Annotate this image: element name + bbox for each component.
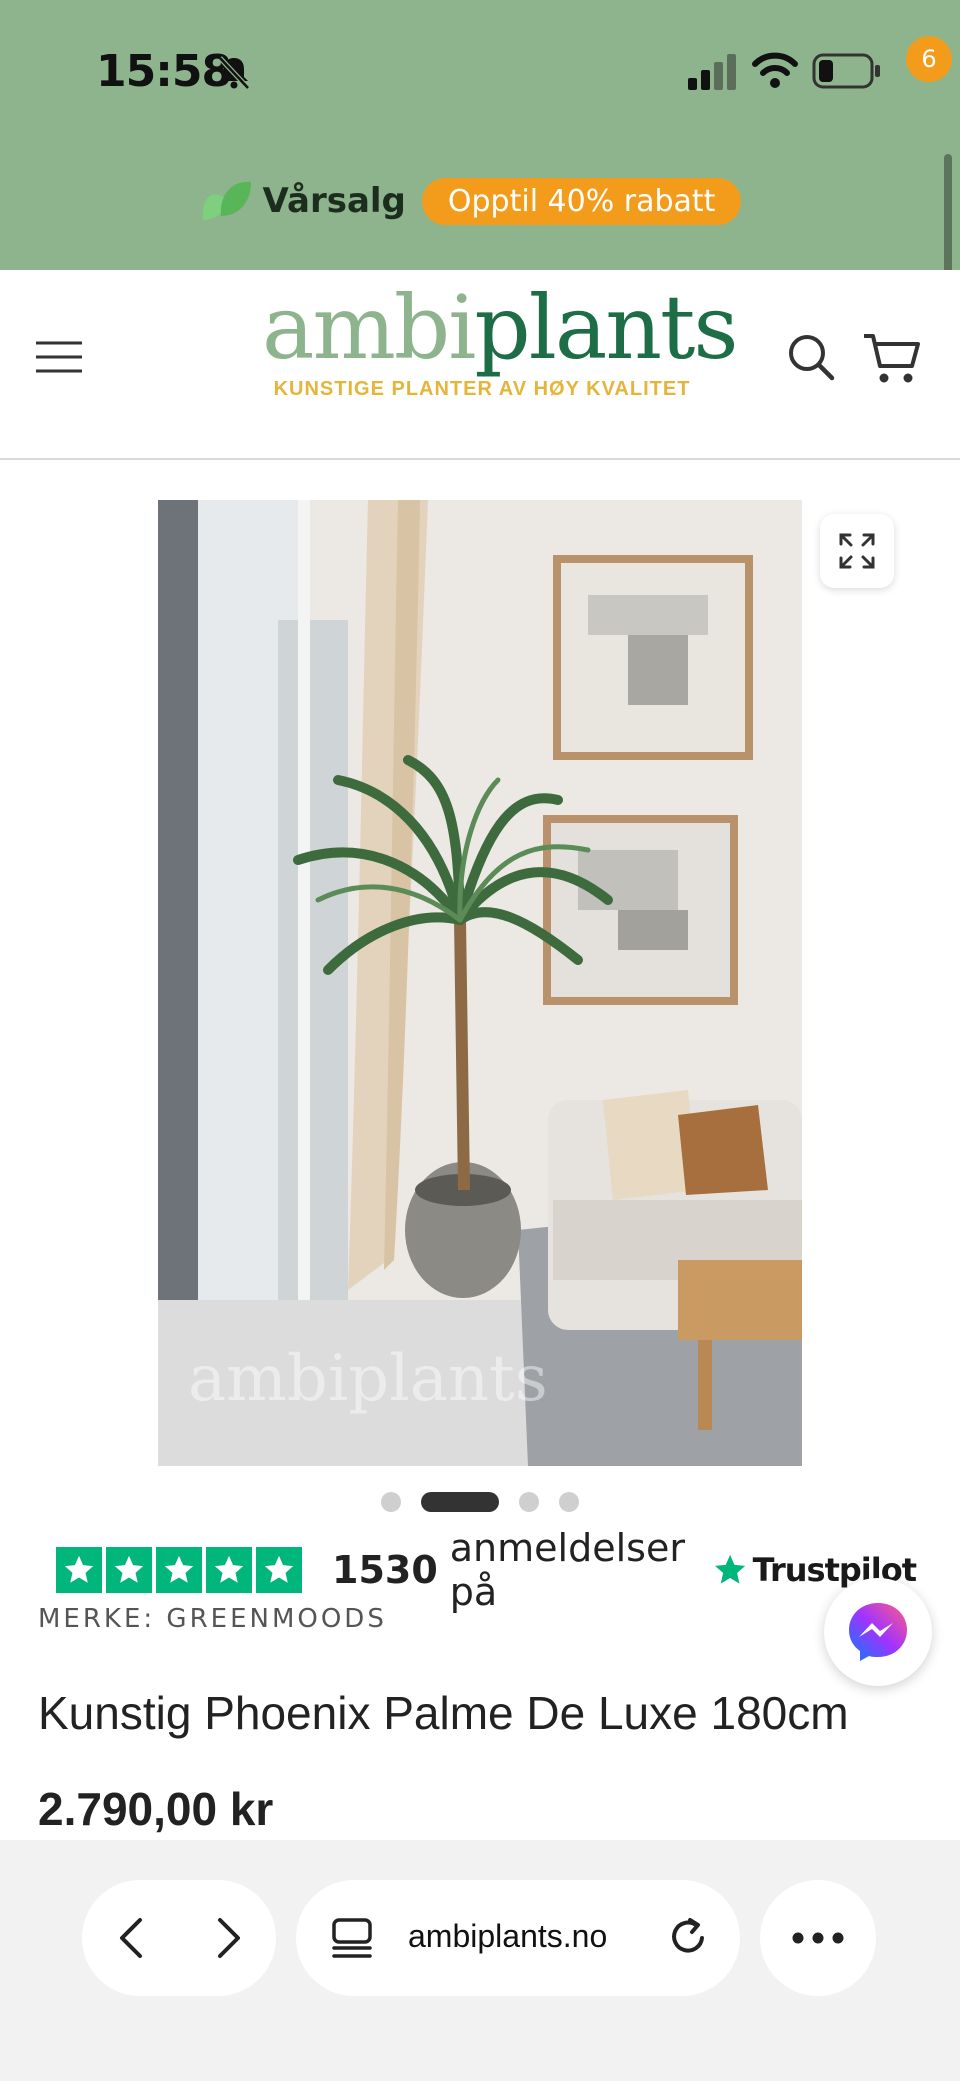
logo-text-ambi: ambi <box>262 276 476 379</box>
more-options-button[interactable] <box>760 1880 876 1996</box>
star-icon <box>106 1547 152 1593</box>
cart-count-badge[interactable]: 6 <box>906 36 952 82</box>
logo-text-plants: plants <box>474 276 738 379</box>
discount-badge[interactable]: Opptil 40% rabatt <box>421 177 742 225</box>
ellipsis-icon <box>792 1932 844 1944</box>
trustpilot-stars <box>56 1547 302 1593</box>
product-price: 2.790,00 kr <box>38 1783 274 1835</box>
gallery-dot[interactable] <box>381 1492 401 1512</box>
site-header: ambiplants KUNSTIGE PLANTER AV HØY KVALI… <box>0 270 960 460</box>
gallery-dot[interactable] <box>519 1492 539 1512</box>
expand-icon <box>839 533 875 569</box>
fullscreen-button[interactable] <box>820 514 894 588</box>
site-logo[interactable]: ambiplants KUNSTIGE PLANTER AV HØY KVALI… <box>262 284 739 401</box>
gallery-dot[interactable] <box>559 1492 579 1512</box>
review-count: 1530 <box>332 1548 438 1592</box>
product-title: Kunstig Phoenix Palme De Luxe 180cm <box>38 1687 849 1739</box>
browser-toolbar: ambiplants.no <box>0 1840 960 2081</box>
promo-banner-area <box>0 0 960 270</box>
address-bar[interactable]: ambiplants.no <box>296 1880 740 1996</box>
promo-strip[interactable]: Vårsalg Opptil 40% rabatt <box>0 176 940 226</box>
leaf-icon <box>202 181 251 220</box>
wifi-icon <box>752 52 798 88</box>
cellular-signal-icon <box>688 54 736 90</box>
product-image[interactable]: ambiplants <box>158 500 802 1466</box>
star-icon <box>256 1547 302 1593</box>
image-watermark: ambiplants <box>188 1342 548 1416</box>
palm-tree-room-photo: ambiplants <box>158 500 802 1466</box>
forward-arrow-icon[interactable] <box>198 1908 258 1968</box>
trustpilot-widget[interactable]: 1530 anmeldelser på Trustpilot <box>56 1526 917 1614</box>
hamburger-menu-icon[interactable] <box>36 340 82 374</box>
star-icon <box>156 1547 202 1593</box>
page-menu-icon[interactable] <box>330 1916 374 1960</box>
cart-icon[interactable] <box>862 330 922 386</box>
reload-icon[interactable] <box>666 1914 712 1960</box>
promo-label: Vårsalg <box>262 181 406 221</box>
logo-tagline: KUNSTIGE PLANTER AV HØY KVALITET <box>273 378 691 400</box>
trustpilot-star-icon <box>715 1554 746 1584</box>
status-time: 15:58 <box>96 46 232 97</box>
bell-muted-icon <box>218 56 250 90</box>
messenger-icon <box>849 1603 907 1661</box>
star-icon <box>56 1547 102 1593</box>
messenger-chat-button[interactable] <box>824 1578 932 1686</box>
battery-icon <box>812 53 880 89</box>
review-text: anmeldelser på <box>449 1526 685 1614</box>
search-icon[interactable] <box>786 332 836 382</box>
gallery-dot-active[interactable] <box>421 1492 499 1512</box>
nav-buttons <box>82 1880 276 1996</box>
star-icon <box>206 1547 252 1593</box>
gallery-pagination <box>0 1492 960 1512</box>
url-text: ambiplants.no <box>408 1918 608 1954</box>
product-brand[interactable]: MERKE: GREENMOODS <box>38 1604 387 1634</box>
back-arrow-icon[interactable] <box>102 1908 162 1968</box>
